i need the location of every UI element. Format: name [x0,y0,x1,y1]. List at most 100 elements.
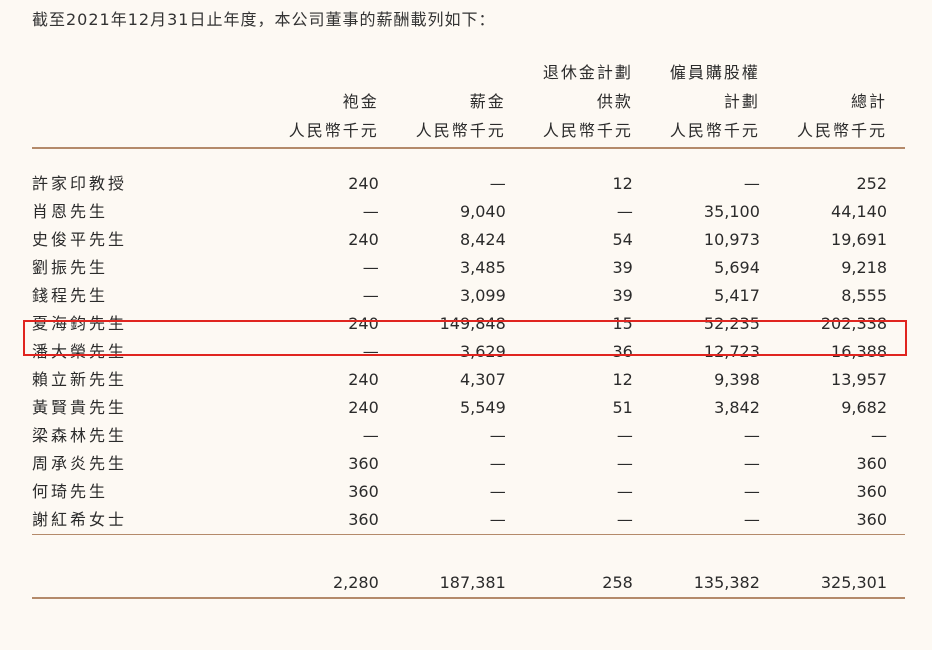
total-label [32,569,270,599]
cell-fees: 240 [348,398,379,417]
cell-options: — [650,506,778,535]
cell-pension: 12 [612,174,633,193]
cell-pension: 39 [612,258,633,277]
cell-salary: 3,485 [459,258,506,277]
table-row: 肖恩先生 — 9,040 — 35,100 44,140 [32,198,905,226]
header-options-line2: 計劃 [723,92,760,111]
cell-pension: 54 [612,230,633,249]
table-row: 周承炎先生 360 — — — 360 [32,450,905,478]
cell-name: 錢程先生 [32,286,109,305]
header-pension-line2: 供款 [596,92,633,111]
header-row-3: 人民幣千元 人民幣千元 人民幣千元 人民幣千元 人民幣千元 [32,116,905,149]
cell-fees: — [362,202,379,221]
table-row: 許家印教授 240 — 12 — 252 [32,170,905,198]
cell-total: 360 [777,506,905,535]
cell-salary: — [489,454,506,473]
cell-fees: 240 [348,370,379,389]
total-options: 135,382 [650,569,778,599]
cell-total: — [871,426,887,445]
cell-salary: 4,307 [459,370,506,389]
table-row: 梁森林先生 — — — — — [32,422,905,450]
cell-salary: 3,099 [459,286,506,305]
cell-options: — [743,482,760,501]
header-unit: 人民幣千元 [650,116,778,149]
header-unit: 人民幣千元 [777,116,905,149]
total-row: 2,280 187,381 258 135,382 325,301 [32,569,905,599]
header-options-line1: 僱員購股權 [669,63,760,82]
total-total: 325,301 [777,569,905,599]
cell-options: 5,417 [714,286,760,305]
total-salary: 187,381 [396,569,524,599]
header-cell [397,58,524,87]
cell-fees: — [362,258,379,277]
cell-name: 周承炎先生 [32,454,128,473]
cell-total: 252 [856,174,887,193]
cell-options: 10,973 [703,230,760,249]
header-cell [32,87,270,116]
cell-name: 梁森林先生 [32,426,128,445]
cell-fees: 360 [348,482,379,501]
cell-name: 許家印教授 [32,174,128,193]
cell-pension: — [523,506,651,535]
table-row: 何琦先生 360 — — — 360 [32,478,905,506]
intro-text: 截至2021年12月31日止年度，本公司董事的薪酬載列如下： [32,10,496,29]
cell-total: 9,218 [841,258,887,277]
cell-salary: — [489,482,506,501]
cell-salary: — [396,506,524,535]
cell-options: 35,100 [703,202,760,221]
header-unit: 人民幣千元 [523,116,651,149]
table-row: 賴立新先生 240 4,307 12 9,398 13,957 [32,366,905,394]
cell-name: 何琦先生 [32,482,109,501]
header-row-2: 袍金 薪金 供款 計劃 總計 [32,87,905,116]
cell-name: 劉振先生 [32,258,109,277]
cell-pension: 12 [612,370,633,389]
table-row: 謝紅希女士 360— — —360 [32,506,905,535]
table-row: 錢程先生 — 3,099 39 5,417 8,555 [32,282,905,310]
cell-fees: — [362,426,379,445]
header-unit: 人民幣千元 [269,116,397,149]
header-salary: 薪金 [469,92,506,111]
cell-options: 9,398 [714,370,760,389]
cell-pension: — [616,482,633,501]
header-pension-line1: 退休金計劃 [542,63,633,82]
spacer-row [32,148,905,170]
highlight-box [23,320,907,356]
cell-total: 44,140 [831,202,887,221]
cell-total: 19,691 [831,230,887,249]
cell-total: 360 [856,454,887,473]
cell-fees: — [362,286,379,305]
cell-salary: — [489,174,506,193]
header-cell [270,58,397,87]
cell-pension: 39 [612,286,633,305]
cell-name: 史俊平先生 [32,230,128,249]
total-fees: 2,280 [269,569,397,599]
cell-options: 3,842 [714,398,760,417]
cell-salary: 9,040 [459,202,506,221]
table-row: 劉振先生 — 3,485 39 5,694 9,218 [32,254,905,282]
cell-options: 5,694 [714,258,760,277]
header-cell [32,116,270,149]
cell-total: 360 [856,482,887,501]
cell-pension: — [616,426,633,445]
header-unit: 人民幣千元 [396,116,524,149]
cell-fees: 360 [348,454,379,473]
cell-options: — [743,174,760,193]
header-total: 總計 [850,92,887,111]
cell-options: — [743,454,760,473]
cell-name: 謝紅希女士 [32,506,270,535]
cell-name: 黃賢貴先生 [32,398,128,417]
header-row-1: 退休金計劃 僱員購股權 [32,58,905,87]
cell-salary: — [489,426,506,445]
cell-fees: 360 [269,506,397,535]
cell-fees: 240 [348,230,379,249]
cell-salary: 5,549 [459,398,506,417]
table-row: 史俊平先生 240 8,424 54 10,973 19,691 [32,226,905,254]
cell-total: 13,957 [831,370,887,389]
spacer-row [32,535,905,570]
cell-options: — [743,426,760,445]
cell-salary: 8,424 [459,230,506,249]
cell-pension: 51 [612,398,633,417]
cell-total: 8,555 [841,286,887,305]
cell-pension: — [616,202,633,221]
cell-total: 9,682 [841,398,887,417]
